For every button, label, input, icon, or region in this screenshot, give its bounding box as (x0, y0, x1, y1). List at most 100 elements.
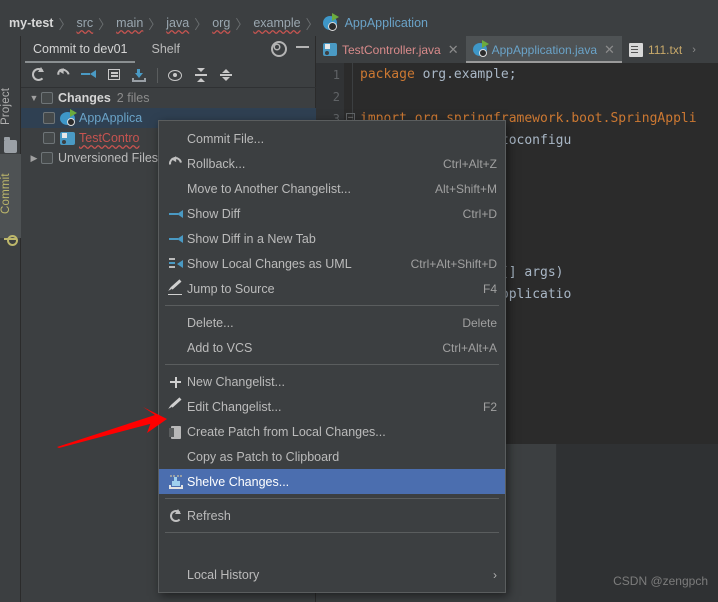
close-icon[interactable]: ✕ (446, 42, 459, 58)
menu-item-label: Edit Changelist... (187, 399, 282, 414)
refresh-icon[interactable] (27, 64, 51, 86)
menu-item-label: Show Diff (187, 206, 241, 221)
menu-separator (165, 532, 499, 533)
menu-item-commit-file[interactable]: Commit File... (159, 126, 505, 151)
menu-item-show-local-changes-as-uml[interactable]: Show Local Changes as UML Ctrl+Alt+Shift… (159, 251, 505, 276)
pencil-icon (167, 396, 187, 415)
shelve-icon (167, 474, 187, 490)
tree-node-changes[interactable]: ▼ Changes 2 files (21, 88, 316, 108)
menu-item-label: Rollback... (187, 156, 246, 171)
tab-commit-to-dev01[interactable]: Commit to dev01 (21, 36, 139, 63)
gear-icon[interactable] (270, 40, 287, 57)
minimize-icon[interactable] (296, 46, 309, 48)
breadcrumb-separator-icon: 〉 (235, 16, 249, 32)
menu-item-delete[interactable]: Delete... Delete (159, 310, 505, 335)
refresh-icon (167, 508, 187, 524)
menu-item-shelve-changes[interactable]: Shelve Changes... (159, 469, 505, 494)
breadcrumb-item-java[interactable]: java (165, 16, 190, 30)
no-icon (167, 340, 187, 356)
file-name: TestContro (79, 131, 140, 145)
unversioned-checkbox[interactable] (41, 152, 53, 164)
menu-item-show-diff[interactable]: Show Diff Ctrl+D (159, 201, 505, 226)
breadcrumb-item-src[interactable]: src (75, 16, 94, 30)
spring-boot-class-icon (472, 40, 489, 57)
menu-separator (165, 305, 499, 306)
spring-boot-class-icon (322, 13, 339, 31)
annotation-arrow-icon (57, 407, 167, 448)
context-menu: Commit File... Rollback... Ctrl+Alt+Z Mo… (158, 120, 506, 593)
menu-item-label: Show Diff in a New Tab (187, 231, 316, 246)
breadcrumb-item-main[interactable]: main (115, 16, 144, 30)
menu-item-new-changelist[interactable]: New Changelist... (159, 369, 505, 394)
uml-icon (167, 256, 187, 272)
no-icon (167, 131, 187, 147)
preview-diff-eye-icon[interactable] (164, 64, 188, 86)
left-tool-strip: Project Commit (0, 36, 21, 602)
menu-item-label: Local History (187, 567, 260, 582)
menu-item-label: Create Patch from Local Changes... (187, 424, 386, 439)
editor-tab-label: TestController.java (342, 42, 441, 57)
commit-panel-window-buttons (270, 40, 309, 57)
unversioned-label: Unversioned Files (58, 151, 159, 165)
file-name: AppApplica (79, 111, 143, 125)
changes-count: 2 files (116, 91, 150, 105)
editor-tab-appapplication[interactable]: AppApplication.java ✕ (465, 36, 623, 63)
menu-item-git[interactable]: Local History › (159, 562, 505, 587)
shelve-icon[interactable] (127, 64, 151, 86)
editor-tab-label: AppApplication.java (491, 42, 598, 57)
tabs-overflow-icon[interactable]: › (689, 44, 699, 56)
show-diff-icon[interactable] (77, 64, 101, 86)
tab-shelf[interactable]: Shelf (139, 36, 192, 63)
menu-item-label: Add to VCS (187, 340, 253, 355)
editor-tab-testcontroller[interactable]: TestController.java ✕ (316, 36, 466, 63)
breadcrumb-item-org[interactable]: org (211, 16, 231, 30)
pencil-icon (167, 278, 187, 297)
breadcrumb: my-test 〉 src 〉 main 〉 java 〉 org 〉 exam… (0, 10, 718, 36)
rollback-icon[interactable] (52, 64, 76, 86)
chevron-down-icon[interactable]: ▼ (27, 93, 41, 103)
menu-item-create-patch[interactable]: Create Patch from Local Changes... (159, 419, 505, 444)
menu-item-copy-as-patch[interactable]: Copy as Patch to Clipboard (159, 444, 505, 469)
breadcrumb-item-project[interactable]: my-test (8, 16, 54, 30)
menu-item-refresh[interactable]: Refresh (159, 503, 505, 528)
menu-item-rollback[interactable]: Rollback... Ctrl+Alt+Z (159, 151, 505, 176)
file-checkbox[interactable] (43, 132, 55, 144)
commit-icon (4, 232, 18, 246)
show-diff-icon (167, 231, 187, 247)
no-icon (167, 449, 187, 465)
window-top-strip (0, 0, 718, 10)
tool-button-commit[interactable]: Commit (0, 164, 21, 224)
collapse-all-icon[interactable] (214, 64, 238, 86)
plus-icon (167, 374, 187, 390)
menu-item-label: Refresh (187, 508, 231, 523)
chevron-right-icon[interactable]: ▶ (27, 153, 41, 164)
menu-item-show-diff-new-tab[interactable]: Show Diff in a New Tab (159, 226, 505, 251)
menu-item-label: Show Local Changes as UML (187, 256, 352, 271)
no-icon (167, 181, 187, 197)
menu-item-add-to-vcs[interactable]: Add to VCS Ctrl+Alt+A (159, 335, 505, 360)
editor-tab-111txt[interactable]: 111.txt (622, 36, 689, 63)
menu-item-move-to-another-changelist[interactable]: Move to Another Changelist... Alt+Shift+… (159, 176, 505, 201)
breadcrumb-item-class[interactable]: AppApplication (341, 16, 428, 30)
file-checkbox[interactable] (43, 112, 55, 124)
line-number: 2 (332, 90, 340, 104)
patch-icon (167, 424, 187, 440)
close-icon[interactable]: ✕ (602, 42, 615, 58)
changes-label: Changes (58, 91, 111, 105)
commit-message-icon[interactable] (102, 64, 126, 86)
menu-item-edit-changelist[interactable]: Edit Changelist... F2 (159, 394, 505, 419)
breadcrumb-separator-icon: 〉 (194, 16, 208, 32)
breadcrumb-separator-icon: 〉 (148, 16, 162, 32)
changes-checkbox[interactable] (41, 92, 53, 104)
menu-item-jump-to-source[interactable]: Jump to Source F4 (159, 276, 505, 301)
rollback-icon (166, 153, 187, 173)
menu-item-local-history[interactable] (159, 537, 505, 562)
tool-button-project[interactable]: Project (0, 78, 21, 134)
controller-class-icon (60, 131, 75, 145)
no-icon (167, 315, 187, 331)
breadcrumb-item-example[interactable]: example (252, 16, 301, 30)
menu-item-label: Commit File... (187, 131, 265, 146)
menu-item-shortcut: Alt+Shift+M (434, 181, 497, 196)
watermark: CSDN @zengpch (613, 574, 708, 588)
expand-all-icon[interactable] (189, 64, 213, 86)
